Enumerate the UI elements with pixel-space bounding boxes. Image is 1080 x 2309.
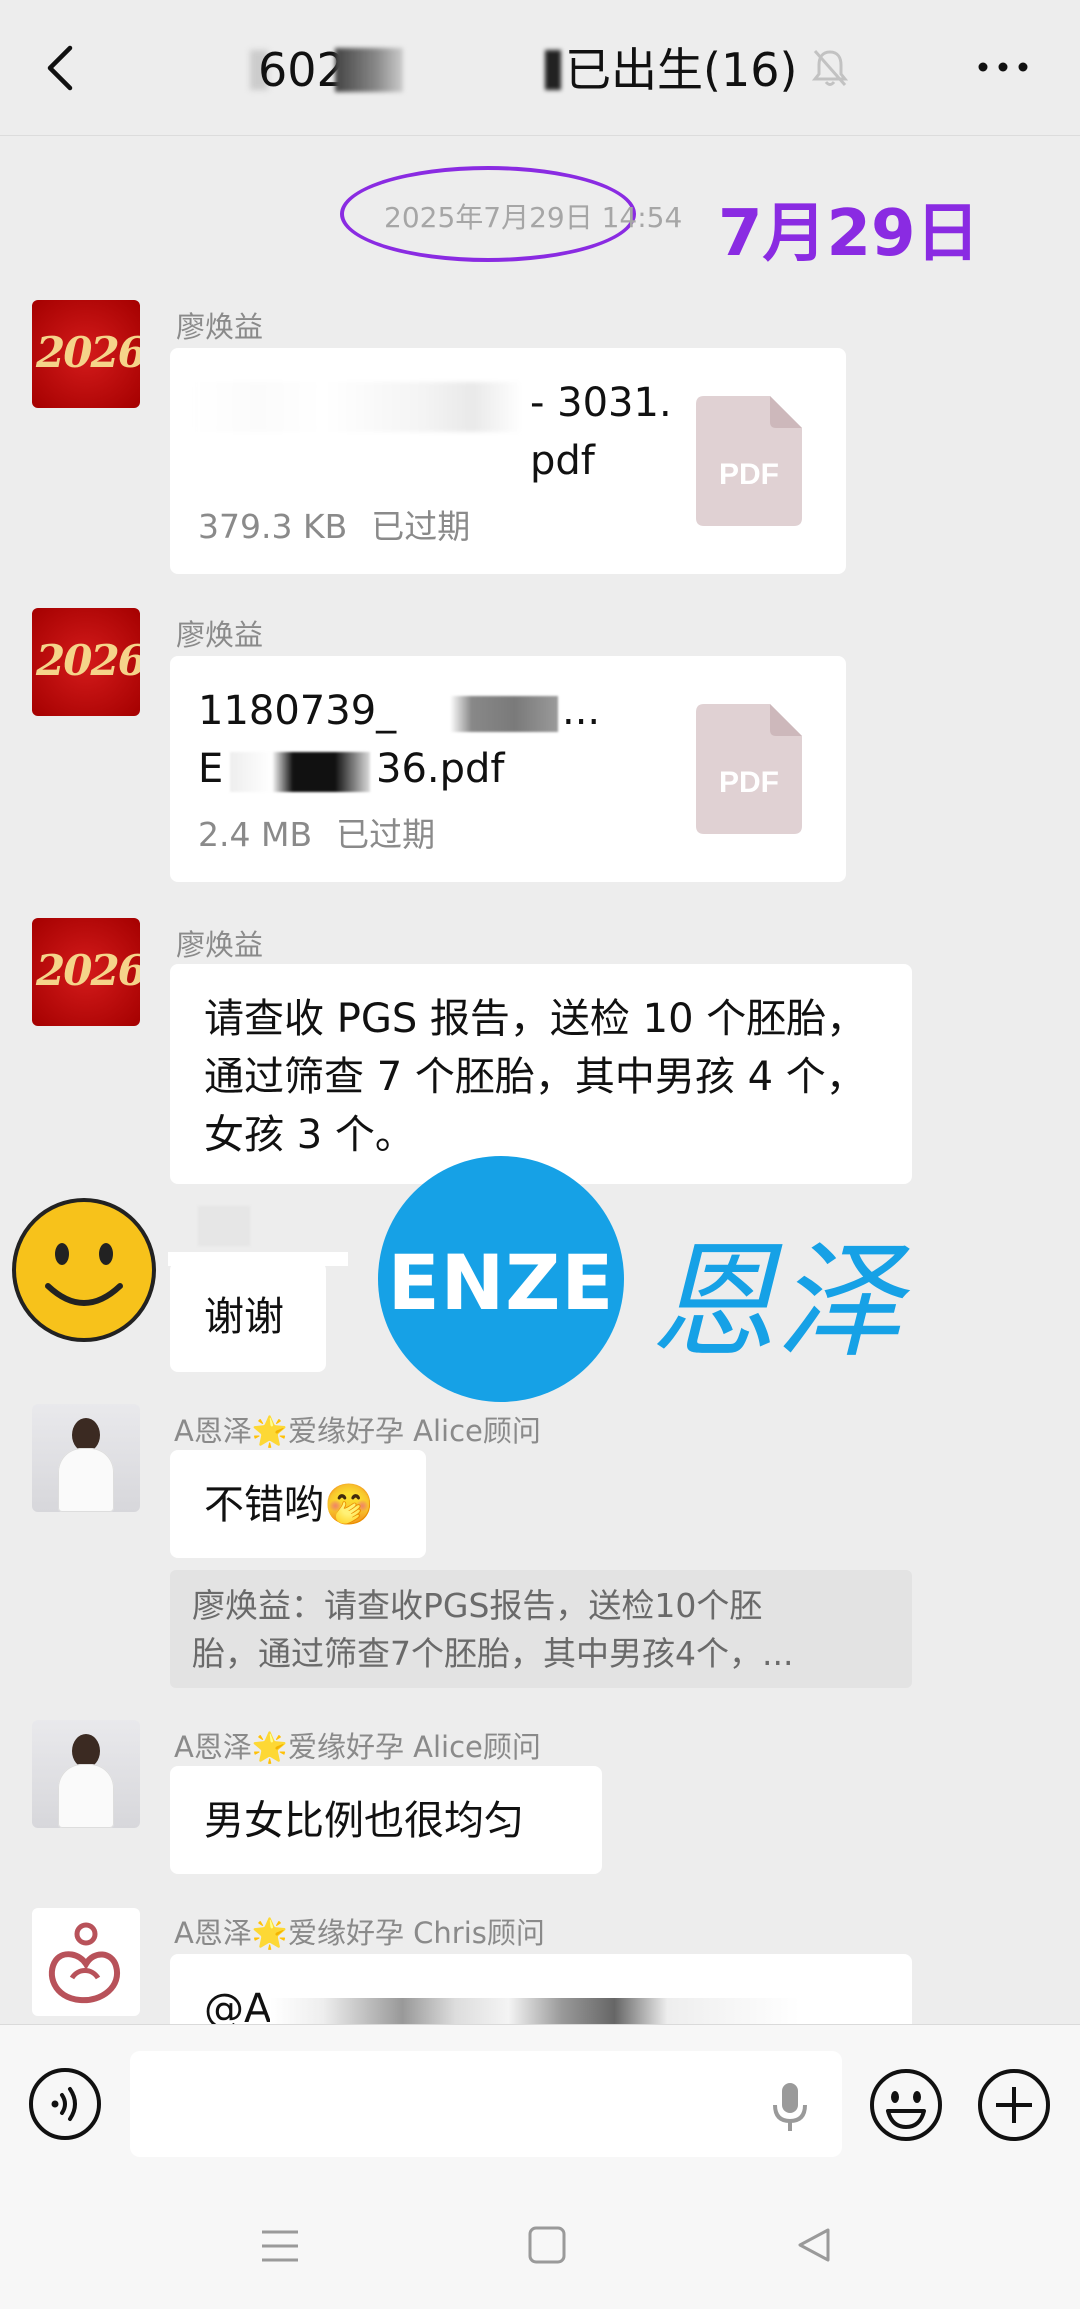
file-name-line2-tail: 36.pdf bbox=[376, 746, 505, 792]
back-arrow-icon[interactable] bbox=[40, 42, 80, 94]
timestamp-annotation: 2025年7月29日 14:54 bbox=[340, 166, 700, 266]
avatar[interactable]: 2026 bbox=[32, 918, 140, 1026]
redacted-area bbox=[230, 752, 370, 792]
redacted-area bbox=[545, 50, 561, 90]
text-message-bubble[interactable]: @A bbox=[170, 1954, 912, 2032]
sender-name: A恩泽🌟爱缘好孕 Alice顾问 bbox=[174, 1414, 541, 1448]
avatar[interactable] bbox=[32, 1908, 140, 2016]
file-size: 379.3 KB bbox=[198, 507, 348, 546]
voice-input-icon[interactable] bbox=[28, 2067, 102, 2141]
text-message-bubble[interactable]: 男女比例也很均匀 bbox=[170, 1766, 602, 1874]
message-input[interactable] bbox=[130, 2051, 842, 2157]
chat-header: 602 已出生(16) bbox=[0, 0, 1080, 136]
message-text: 谢谢 bbox=[204, 1294, 284, 1340]
chat-title-suffix: 已出生(16) bbox=[565, 43, 798, 97]
avatar[interactable]: 2026 bbox=[32, 300, 140, 408]
message-timestamp: 2025年7月29日 14:54 bbox=[384, 201, 683, 234]
emoji-icon[interactable] bbox=[868, 2067, 944, 2143]
quoted-message[interactable]: 廖焕益：请查收PGS报告，送检10个胚 胎，通过筛查7个胚胎，其中男孩4个，..… bbox=[170, 1570, 912, 1688]
annotation-date-label: 7月29日 bbox=[718, 197, 980, 271]
quoted-message-text: 廖焕益：请查收PGS报告，送检10个胚 胎，通过筛查7个胚胎，其中男孩4个，..… bbox=[192, 1586, 794, 1673]
file-name-line1: 1180739_ bbox=[198, 688, 397, 734]
pdf-file-icon: PDF bbox=[696, 396, 802, 526]
input-bar bbox=[0, 2024, 1080, 2182]
enze-logo: ENZE bbox=[378, 1156, 624, 1402]
enze-chinese-watermark: 恩泽 bbox=[650, 1228, 902, 1375]
home-icon[interactable] bbox=[528, 2226, 566, 2264]
pdf-label: PDF bbox=[719, 766, 779, 799]
redacted-area bbox=[198, 1206, 250, 1246]
redacted-area bbox=[450, 696, 558, 732]
file-message-bubble[interactable]: - 3031. pdf 379.3 KB 已过期 PDF bbox=[170, 348, 846, 574]
message-text: 男女比例也很均匀 bbox=[204, 1798, 524, 1844]
pdf-label: PDF bbox=[719, 458, 779, 491]
redacted-area bbox=[270, 1998, 800, 2024]
pdf-file-icon: PDF bbox=[696, 704, 802, 834]
smiley-face-icon bbox=[12, 1198, 156, 1342]
text-message-bubble[interactable]: 请查收 PGS 报告，送检 10 个胚胎， 通过筛查 7 个胚胎，其中男孩 4 … bbox=[170, 964, 912, 1184]
text-message-bubble[interactable]: 不错哟🤭 bbox=[170, 1450, 426, 1558]
redacted-area bbox=[192, 382, 522, 432]
file-size: 2.4 MB bbox=[198, 815, 313, 854]
sender-name: 廖焕益 bbox=[176, 310, 264, 344]
chat-title-prefix: 602 bbox=[258, 43, 346, 97]
chat-title: 602 已出生(16) bbox=[240, 40, 840, 100]
avatar-2026-text: 2026 bbox=[36, 328, 140, 377]
file-message-bubble[interactable]: 1180739_ ... E 36.pdf 2.4 MB 已过期 PDF bbox=[170, 656, 846, 882]
sender-name: A恩泽🌟爱缘好孕 Chris顾问 bbox=[174, 1916, 545, 1950]
redacted-area bbox=[335, 48, 403, 92]
message-text: 不错哟🤭 bbox=[204, 1482, 374, 1528]
more-options-icon[interactable] bbox=[976, 52, 1030, 82]
heart-logo-icon bbox=[49, 1922, 121, 2004]
message-text: 请查收 PGS 报告，送检 10 个胚胎， 通过筛查 7 个胚胎，其中男孩 4 … bbox=[204, 996, 867, 1158]
file-meta: 379.3 KB 已过期 bbox=[198, 500, 470, 548]
menu-icon[interactable] bbox=[260, 2228, 300, 2264]
file-status: 已过期 bbox=[371, 507, 471, 546]
avatar-2026-text: 2026 bbox=[36, 946, 140, 995]
enze-logo-text: ENZE bbox=[387, 1238, 615, 1327]
file-status: 已过期 bbox=[336, 815, 436, 854]
avatar[interactable]: 2026 bbox=[32, 608, 140, 716]
file-name-ellipsis: ... bbox=[562, 688, 601, 734]
sender-name: A恩泽🌟爱缘好孕 Alice顾问 bbox=[174, 1730, 541, 1764]
sender-name: 廖焕益 bbox=[176, 618, 264, 652]
avatar[interactable] bbox=[32, 1720, 140, 1828]
mute-bell-icon bbox=[812, 50, 848, 86]
back-triangle-icon[interactable] bbox=[796, 2226, 832, 2264]
file-name-line2-head: E bbox=[198, 746, 224, 792]
sender-name: 廖焕益 bbox=[176, 928, 264, 962]
plus-icon[interactable] bbox=[976, 2067, 1052, 2143]
system-nav-bar bbox=[0, 2182, 1080, 2309]
avatar[interactable] bbox=[32, 1404, 140, 1512]
text-message-bubble[interactable]: 谢谢 bbox=[170, 1262, 326, 1372]
microphone-icon[interactable] bbox=[770, 2081, 810, 2133]
file-meta: 2.4 MB 已过期 bbox=[198, 808, 435, 856]
avatar-2026-text: 2026 bbox=[36, 636, 140, 685]
